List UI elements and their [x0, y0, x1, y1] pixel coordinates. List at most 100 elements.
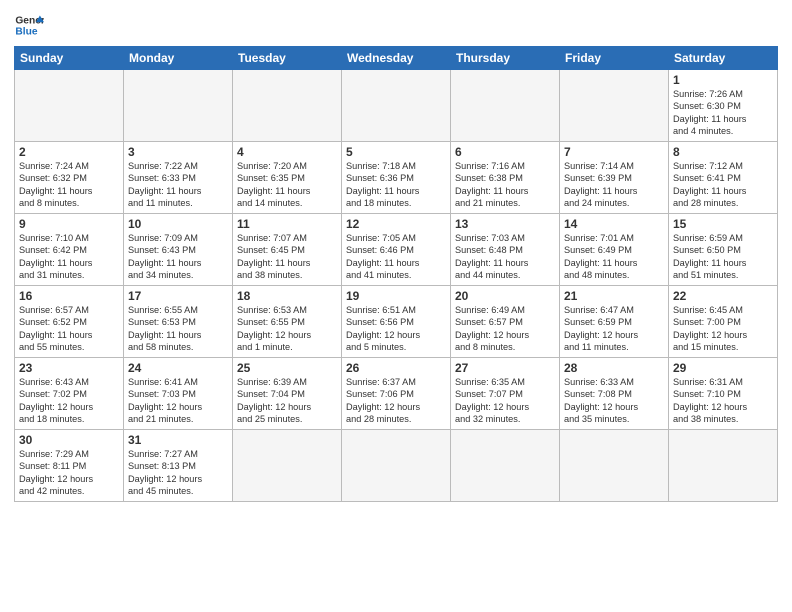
calendar-cell: 25Sunrise: 6:39 AM Sunset: 7:04 PM Dayli…	[233, 358, 342, 430]
day-number: 31	[128, 433, 228, 447]
day-info: Sunrise: 7:26 AM Sunset: 6:30 PM Dayligh…	[673, 88, 773, 138]
calendar-cell: 27Sunrise: 6:35 AM Sunset: 7:07 PM Dayli…	[451, 358, 560, 430]
calendar-cell: 12Sunrise: 7:05 AM Sunset: 6:46 PM Dayli…	[342, 214, 451, 286]
day-number: 21	[564, 289, 664, 303]
calendar-cell	[15, 70, 124, 142]
day-number: 13	[455, 217, 555, 231]
day-info: Sunrise: 7:05 AM Sunset: 6:46 PM Dayligh…	[346, 232, 446, 282]
week-row-2: 2Sunrise: 7:24 AM Sunset: 6:32 PM Daylig…	[15, 142, 778, 214]
day-info: Sunrise: 7:16 AM Sunset: 6:38 PM Dayligh…	[455, 160, 555, 210]
calendar-cell: 4Sunrise: 7:20 AM Sunset: 6:35 PM Daylig…	[233, 142, 342, 214]
calendar-cell: 8Sunrise: 7:12 AM Sunset: 6:41 PM Daylig…	[669, 142, 778, 214]
calendar-cell	[560, 430, 669, 502]
day-number: 10	[128, 217, 228, 231]
calendar-cell: 21Sunrise: 6:47 AM Sunset: 6:59 PM Dayli…	[560, 286, 669, 358]
day-info: Sunrise: 6:45 AM Sunset: 7:00 PM Dayligh…	[673, 304, 773, 354]
calendar-cell: 29Sunrise: 6:31 AM Sunset: 7:10 PM Dayli…	[669, 358, 778, 430]
day-info: Sunrise: 7:22 AM Sunset: 6:33 PM Dayligh…	[128, 160, 228, 210]
day-number: 5	[346, 145, 446, 159]
calendar-cell	[451, 430, 560, 502]
calendar-cell: 18Sunrise: 6:53 AM Sunset: 6:55 PM Dayli…	[233, 286, 342, 358]
day-info: Sunrise: 7:20 AM Sunset: 6:35 PM Dayligh…	[237, 160, 337, 210]
day-info: Sunrise: 6:37 AM Sunset: 7:06 PM Dayligh…	[346, 376, 446, 426]
calendar-cell: 1Sunrise: 7:26 AM Sunset: 6:30 PM Daylig…	[669, 70, 778, 142]
svg-text:Blue: Blue	[15, 27, 37, 38]
day-info: Sunrise: 6:35 AM Sunset: 7:07 PM Dayligh…	[455, 376, 555, 426]
weekday-header-thursday: Thursday	[451, 47, 560, 70]
day-number: 26	[346, 361, 446, 375]
calendar-cell: 30Sunrise: 7:29 AM Sunset: 8:11 PM Dayli…	[15, 430, 124, 502]
day-info: Sunrise: 7:10 AM Sunset: 6:42 PM Dayligh…	[19, 232, 119, 282]
day-number: 19	[346, 289, 446, 303]
day-info: Sunrise: 6:59 AM Sunset: 6:50 PM Dayligh…	[673, 232, 773, 282]
day-number: 25	[237, 361, 337, 375]
day-info: Sunrise: 6:55 AM Sunset: 6:53 PM Dayligh…	[128, 304, 228, 354]
day-info: Sunrise: 7:09 AM Sunset: 6:43 PM Dayligh…	[128, 232, 228, 282]
calendar-cell: 15Sunrise: 6:59 AM Sunset: 6:50 PM Dayli…	[669, 214, 778, 286]
calendar-table: SundayMondayTuesdayWednesdayThursdayFrid…	[14, 46, 778, 502]
day-info: Sunrise: 6:53 AM Sunset: 6:55 PM Dayligh…	[237, 304, 337, 354]
weekday-header-sunday: Sunday	[15, 47, 124, 70]
week-row-1: 1Sunrise: 7:26 AM Sunset: 6:30 PM Daylig…	[15, 70, 778, 142]
week-row-6: 30Sunrise: 7:29 AM Sunset: 8:11 PM Dayli…	[15, 430, 778, 502]
calendar-cell: 19Sunrise: 6:51 AM Sunset: 6:56 PM Dayli…	[342, 286, 451, 358]
calendar-cell: 11Sunrise: 7:07 AM Sunset: 6:45 PM Dayli…	[233, 214, 342, 286]
week-row-4: 16Sunrise: 6:57 AM Sunset: 6:52 PM Dayli…	[15, 286, 778, 358]
calendar-cell	[342, 430, 451, 502]
week-row-5: 23Sunrise: 6:43 AM Sunset: 7:02 PM Dayli…	[15, 358, 778, 430]
day-number: 16	[19, 289, 119, 303]
calendar-cell: 20Sunrise: 6:49 AM Sunset: 6:57 PM Dayli…	[451, 286, 560, 358]
day-number: 8	[673, 145, 773, 159]
day-number: 6	[455, 145, 555, 159]
day-info: Sunrise: 6:43 AM Sunset: 7:02 PM Dayligh…	[19, 376, 119, 426]
day-info: Sunrise: 6:33 AM Sunset: 7:08 PM Dayligh…	[564, 376, 664, 426]
day-info: Sunrise: 6:31 AM Sunset: 7:10 PM Dayligh…	[673, 376, 773, 426]
weekday-header-tuesday: Tuesday	[233, 47, 342, 70]
calendar-cell: 10Sunrise: 7:09 AM Sunset: 6:43 PM Dayli…	[124, 214, 233, 286]
day-number: 2	[19, 145, 119, 159]
calendar-cell: 31Sunrise: 7:27 AM Sunset: 8:13 PM Dayli…	[124, 430, 233, 502]
day-number: 30	[19, 433, 119, 447]
calendar-cell	[669, 430, 778, 502]
day-info: Sunrise: 6:57 AM Sunset: 6:52 PM Dayligh…	[19, 304, 119, 354]
day-number: 23	[19, 361, 119, 375]
day-info: Sunrise: 7:12 AM Sunset: 6:41 PM Dayligh…	[673, 160, 773, 210]
day-info: Sunrise: 7:18 AM Sunset: 6:36 PM Dayligh…	[346, 160, 446, 210]
day-number: 9	[19, 217, 119, 231]
calendar-cell: 6Sunrise: 7:16 AM Sunset: 6:38 PM Daylig…	[451, 142, 560, 214]
day-number: 20	[455, 289, 555, 303]
day-number: 29	[673, 361, 773, 375]
week-row-3: 9Sunrise: 7:10 AM Sunset: 6:42 PM Daylig…	[15, 214, 778, 286]
day-number: 27	[455, 361, 555, 375]
weekday-header-wednesday: Wednesday	[342, 47, 451, 70]
weekday-header-row: SundayMondayTuesdayWednesdayThursdayFrid…	[15, 47, 778, 70]
weekday-header-monday: Monday	[124, 47, 233, 70]
page: General Blue SundayMondayTuesdayWednesda…	[0, 0, 792, 612]
day-info: Sunrise: 6:51 AM Sunset: 6:56 PM Dayligh…	[346, 304, 446, 354]
day-info: Sunrise: 7:24 AM Sunset: 6:32 PM Dayligh…	[19, 160, 119, 210]
day-info: Sunrise: 6:41 AM Sunset: 7:03 PM Dayligh…	[128, 376, 228, 426]
calendar-cell	[233, 70, 342, 142]
calendar-cell: 7Sunrise: 7:14 AM Sunset: 6:39 PM Daylig…	[560, 142, 669, 214]
generalblue-logo-icon: General Blue	[14, 10, 44, 40]
logo: General Blue	[14, 10, 44, 40]
calendar-cell: 24Sunrise: 6:41 AM Sunset: 7:03 PM Dayli…	[124, 358, 233, 430]
day-info: Sunrise: 7:27 AM Sunset: 8:13 PM Dayligh…	[128, 448, 228, 498]
day-number: 3	[128, 145, 228, 159]
day-info: Sunrise: 6:39 AM Sunset: 7:04 PM Dayligh…	[237, 376, 337, 426]
calendar-cell	[451, 70, 560, 142]
day-info: Sunrise: 7:07 AM Sunset: 6:45 PM Dayligh…	[237, 232, 337, 282]
day-number: 11	[237, 217, 337, 231]
day-info: Sunrise: 7:14 AM Sunset: 6:39 PM Dayligh…	[564, 160, 664, 210]
weekday-header-friday: Friday	[560, 47, 669, 70]
calendar-cell: 28Sunrise: 6:33 AM Sunset: 7:08 PM Dayli…	[560, 358, 669, 430]
day-info: Sunrise: 7:29 AM Sunset: 8:11 PM Dayligh…	[19, 448, 119, 498]
calendar-cell: 13Sunrise: 7:03 AM Sunset: 6:48 PM Dayli…	[451, 214, 560, 286]
day-info: Sunrise: 7:03 AM Sunset: 6:48 PM Dayligh…	[455, 232, 555, 282]
day-number: 18	[237, 289, 337, 303]
calendar-cell: 14Sunrise: 7:01 AM Sunset: 6:49 PM Dayli…	[560, 214, 669, 286]
day-number: 22	[673, 289, 773, 303]
weekday-header-saturday: Saturday	[669, 47, 778, 70]
day-number: 14	[564, 217, 664, 231]
day-number: 15	[673, 217, 773, 231]
